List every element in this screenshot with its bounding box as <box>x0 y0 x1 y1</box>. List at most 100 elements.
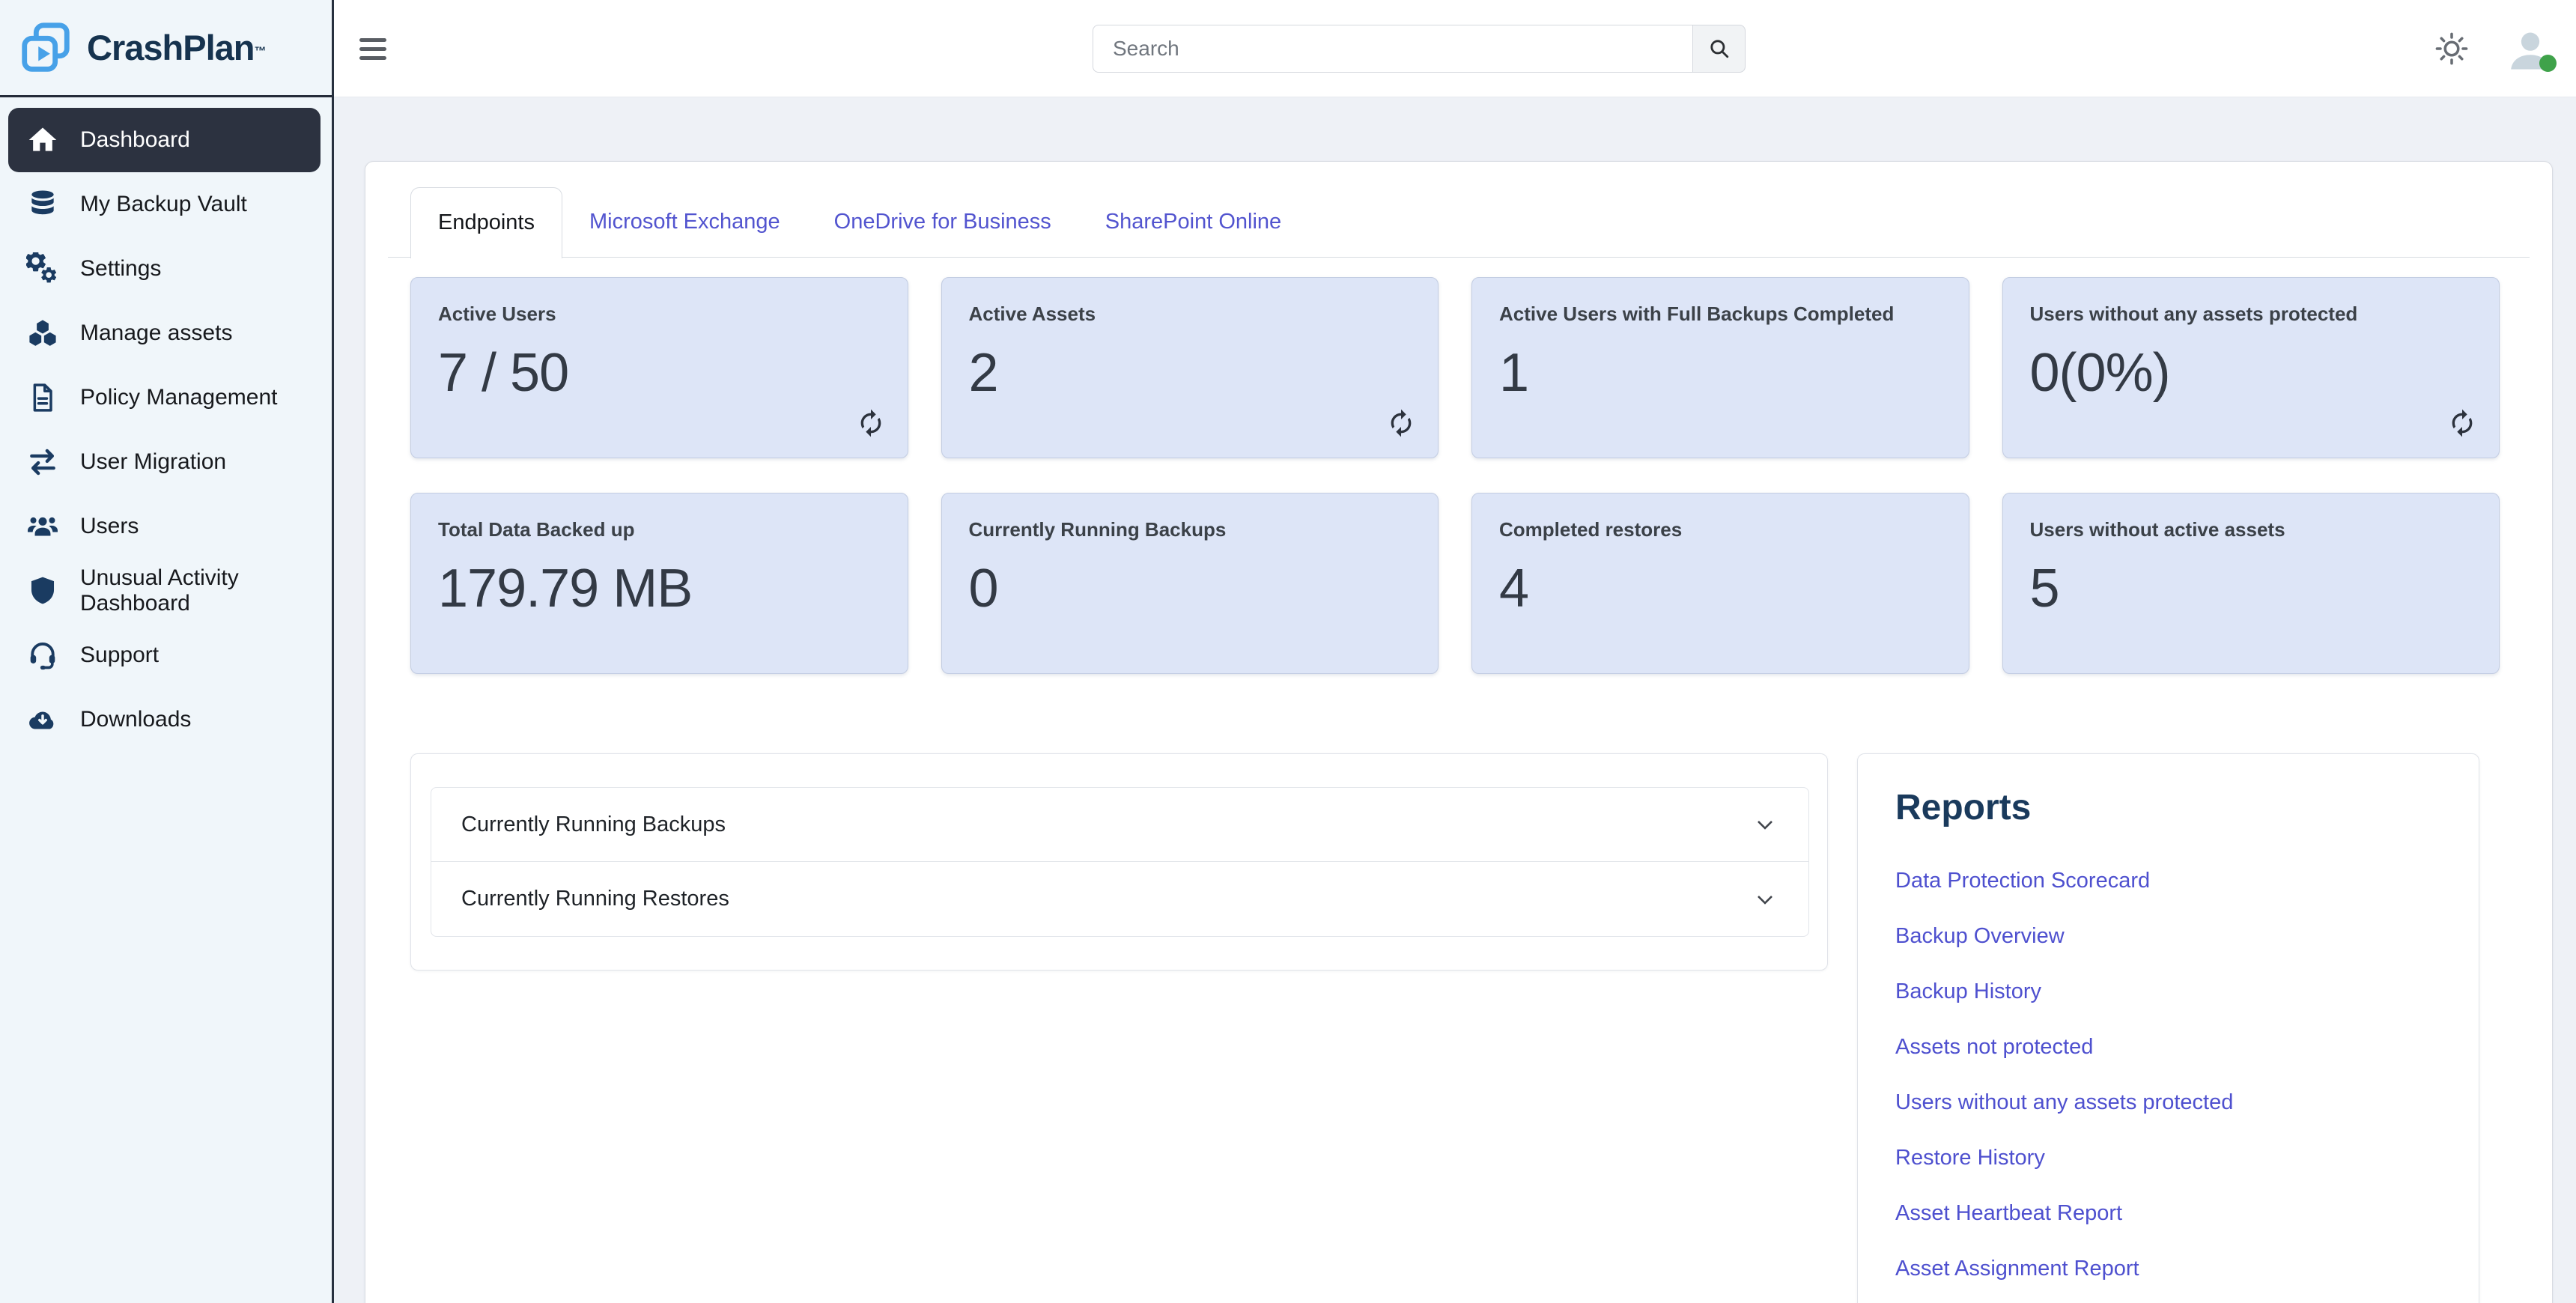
crashplan-logo-text: CrashPlan™ <box>87 28 267 67</box>
refresh-icon <box>2452 409 2473 437</box>
stat-card-label: Total Data Backed up <box>438 518 635 541</box>
sidebar-item-label: Users <box>80 514 139 538</box>
running-activity-panel: Currently Running Backups Currently Runn… <box>410 753 1828 971</box>
sidebar-item-label: My Backup Vault <box>80 192 247 216</box>
refresh-button[interactable] <box>855 408 887 440</box>
sidebar-item-users[interactable]: Users <box>8 494 321 559</box>
sidebar-item-label: Manage assets <box>80 321 233 345</box>
sidebar-item-support[interactable]: Support <box>8 623 321 687</box>
headset-icon <box>25 638 60 672</box>
stat-card-label: Active Users with Full Backups Completed <box>1499 303 1895 325</box>
report-link-assets-not-protected[interactable]: Assets not protected <box>1895 1035 2093 1059</box>
stat-card-users-without-active-assets: Users without active assets 5 <box>2002 493 2500 674</box>
theme-toggle-button[interactable] <box>2432 29 2471 68</box>
sidebar-item-downloads[interactable]: Downloads <box>8 687 321 752</box>
sidebar-item-label: Policy Management <box>80 385 278 410</box>
sidebar-item-unusual-activity-dashboard[interactable]: Unusual Activity Dashboard <box>8 559 321 623</box>
report-link-restore-history[interactable]: Restore History <box>1895 1146 2045 1170</box>
search-bar <box>1093 25 1746 73</box>
accordion-currently-running-restores[interactable]: Currently Running Restores <box>431 862 1809 937</box>
sidebar: CrashPlan™ Dashboard My Backup Vault Set… <box>0 0 334 1303</box>
reports-panel: Reports Data Protection Scorecard Backup… <box>1857 753 2479 1303</box>
sidebar-item-label: Dashboard <box>80 127 190 152</box>
chevron-down-icon <box>1758 895 1772 905</box>
user-avatar[interactable] <box>2506 24 2557 73</box>
tab-endpoints[interactable]: Endpoints <box>410 186 562 258</box>
sidebar-item-my-backup-vault[interactable]: My Backup Vault <box>8 172 321 237</box>
stat-card-full-backups-completed: Active Users with Full Backups Completed… <box>1471 277 1969 458</box>
stat-card-value: 2 <box>968 343 999 403</box>
stat-card-value: 0 <box>968 559 999 619</box>
accordion-label: Currently Running Backups <box>461 812 726 836</box>
menu-button[interactable] <box>359 29 389 68</box>
content-panel: Endpoints Microsoft Exchange OneDrive fo… <box>365 161 2553 1303</box>
sidebar-item-label: Settings <box>80 256 162 281</box>
cubes-icon <box>25 316 60 350</box>
report-link-asset-assignment-report[interactable]: Asset Assignment Report <box>1895 1257 2139 1281</box>
search-button[interactable] <box>1692 25 1746 73</box>
online-status-dot <box>2539 55 2557 72</box>
gears-icon <box>25 252 60 286</box>
transfer-arrows-icon <box>25 445 60 479</box>
sidebar-item-policy-management[interactable]: Policy Management <box>8 365 321 430</box>
report-link-backup-history[interactable]: Backup History <box>1895 979 2041 1003</box>
home-icon <box>25 123 60 157</box>
sidebar-nav: Dashboard My Backup Vault Settings Manag… <box>0 97 332 752</box>
stat-card-label: Active Users <box>438 303 556 325</box>
report-link-asset-heartbeat-report[interactable]: Asset Heartbeat Report <box>1895 1201 2122 1225</box>
report-link-backup-overview[interactable]: Backup Overview <box>1895 924 2065 948</box>
search-input[interactable] <box>1093 25 1692 73</box>
sun-icon <box>2435 32 2468 65</box>
stat-card-label: Users without any assets protected <box>2029 303 2358 325</box>
stat-card-label: Currently Running Backups <box>968 518 1227 541</box>
tab-sharepoint-online[interactable]: SharePoint Online <box>1078 210 1308 234</box>
tab-onedrive-for-business[interactable]: OneDrive for Business <box>807 210 1078 234</box>
stat-card-total-data-backed-up: Total Data Backed up 179.79 MB <box>410 493 908 674</box>
cloud-download-icon <box>25 702 60 737</box>
refresh-icon <box>1391 409 1412 437</box>
hamburger-icon-bar <box>359 55 386 60</box>
search-icon <box>1710 40 1728 58</box>
stat-card-value: 5 <box>2029 559 2060 619</box>
accordion-currently-running-backups[interactable]: Currently Running Backups <box>431 787 1809 862</box>
stat-card-value: 7 / 50 <box>438 343 569 403</box>
hamburger-icon-bar <box>359 46 386 51</box>
stat-card-value: 179.79 MB <box>438 559 693 619</box>
sidebar-item-label: Support <box>80 643 160 667</box>
crashplan-logo-icon <box>22 22 70 72</box>
accordion-label: Currently Running Restores <box>461 887 729 911</box>
app-logo: CrashPlan™ <box>0 0 332 97</box>
sidebar-item-user-migration[interactable]: User Migration <box>8 430 321 494</box>
shield-icon <box>25 574 60 608</box>
stat-card-active-assets: Active Assets 2 <box>941 277 1439 458</box>
stat-card-label: Completed restores <box>1499 518 1683 541</box>
hamburger-icon <box>359 37 386 42</box>
report-link-users-without-any-assets-protected[interactable]: Users without any assets protected <box>1895 1090 2233 1114</box>
tab-microsoft-exchange[interactable]: Microsoft Exchange <box>562 210 807 234</box>
stat-card-label: Users without active assets <box>2029 518 2285 541</box>
sidebar-item-label: Downloads <box>80 707 192 732</box>
refresh-icon <box>860 409 881 437</box>
stat-card-label: Active Assets <box>968 303 1096 325</box>
bottom-row: Currently Running Backups Currently Runn… <box>410 753 2552 1303</box>
sidebar-item-dashboard[interactable]: Dashboard <box>8 108 321 172</box>
stat-card-completed-restores: Completed restores 4 <box>1471 493 1969 674</box>
refresh-button[interactable] <box>2446 408 2478 440</box>
topbar-actions <box>2432 0 2557 97</box>
stat-card-active-users: Active Users 7 / 50 <box>410 277 908 458</box>
users-icon <box>25 509 60 544</box>
sidebar-item-label: Unusual Activity Dashboard <box>80 565 239 616</box>
sidebar-item-manage-assets[interactable]: Manage assets <box>8 301 321 365</box>
refresh-button[interactable] <box>1385 408 1417 440</box>
document-icon <box>25 380 60 415</box>
report-link-data-protection-scorecard[interactable]: Data Protection Scorecard <box>1895 869 2150 893</box>
sidebar-item-settings[interactable]: Settings <box>8 237 321 301</box>
sidebar-item-label: User Migration <box>80 449 227 474</box>
stat-cards-grid: Active Users 7 / 50 Active Assets 2 Acti… <box>410 277 2500 674</box>
stat-card-value: 1 <box>1499 343 1529 403</box>
stat-card-value: 0(0%) <box>2029 343 2171 403</box>
database-icon <box>25 187 60 222</box>
chevron-down-icon <box>1758 821 1772 830</box>
main-content: Endpoints Microsoft Exchange OneDrive fo… <box>334 97 2576 1303</box>
reports-title: Reports <box>1895 788 2032 827</box>
